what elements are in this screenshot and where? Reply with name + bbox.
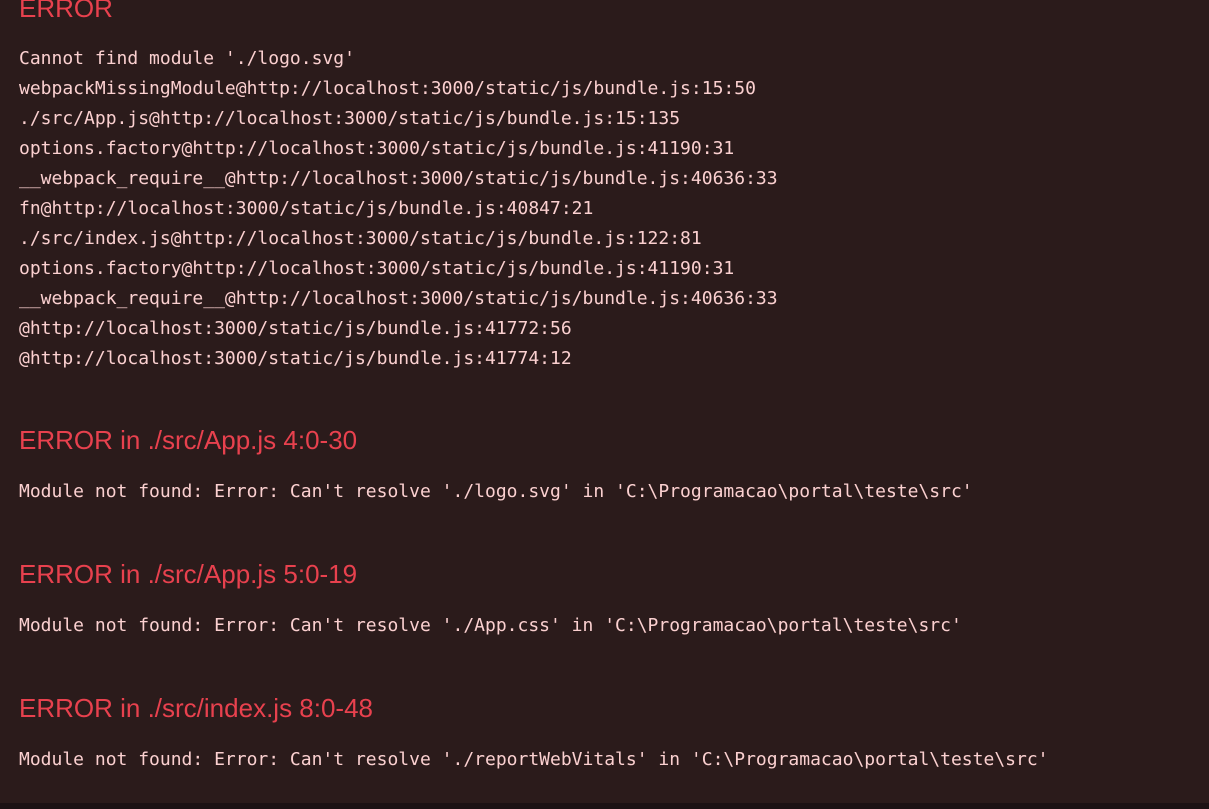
stack-trace-message: Cannot find module './logo.svg' bbox=[19, 48, 355, 69]
stack-trace-frame: __webpack_require__@http://localhost:300… bbox=[19, 168, 778, 189]
error-section-message: Module not found: Error: Can't resolve '… bbox=[19, 749, 1049, 770]
horizontal-scrollbar[interactable] bbox=[0, 803, 1209, 809]
stack-trace-frame: fn@http://localhost:3000/static/js/bundl… bbox=[19, 198, 594, 219]
error-section-message: Module not found: Error: Can't resolve '… bbox=[19, 481, 973, 502]
stack-trace-frame: options.factory@http://localhost:3000/st… bbox=[19, 258, 735, 279]
stack-trace-frame: @http://localhost:3000/static/js/bundle.… bbox=[19, 318, 572, 339]
stack-trace-frame: __webpack_require__@http://localhost:300… bbox=[19, 288, 778, 309]
error-section-heading: ERROR in ./src/index.js 8:0-48 bbox=[19, 693, 374, 723]
horizontal-scrollbar-thumb[interactable] bbox=[0, 803, 1209, 809]
error-title-heading: ERROR bbox=[19, 0, 113, 23]
error-section-heading: ERROR in ./src/App.js 5:0-19 bbox=[19, 559, 358, 589]
stack-trace-frame: webpackMissingModule@http://localhost:30… bbox=[19, 78, 756, 99]
stack-trace-frame: ./src/App.js@http://localhost:3000/stati… bbox=[19, 108, 681, 129]
error-overlay-scroll-content: ERROR Cannot find module './logo.svg' web… bbox=[0, 0, 1209, 775]
stack-trace-frame: options.factory@http://localhost:3000/st… bbox=[19, 138, 735, 159]
stack-trace-frame: ./src/index.js@http://localhost:3000/sta… bbox=[19, 228, 702, 249]
error-section-message: Module not found: Error: Can't resolve '… bbox=[19, 615, 962, 636]
error-section-heading: ERROR in ./src/App.js 4:0-30 bbox=[19, 425, 358, 455]
stack-trace-frame: @http://localhost:3000/static/js/bundle.… bbox=[19, 348, 572, 369]
error-overlay: ERROR Cannot find module './logo.svg' web… bbox=[0, 0, 1209, 809]
stack-trace: Cannot find module './logo.svg' webpackMi… bbox=[19, 44, 1209, 374]
